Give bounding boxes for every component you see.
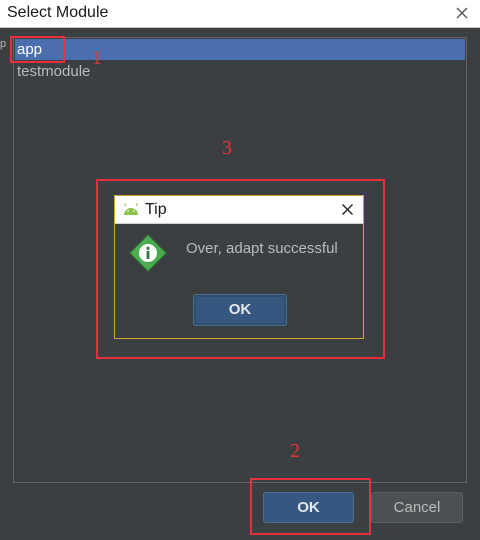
list-item-app[interactable]: app xyxy=(15,39,465,60)
ok-button[interactable]: OK xyxy=(263,492,354,523)
tip-message: Over, adapt successful xyxy=(186,240,338,257)
tip-ok-button[interactable]: OK xyxy=(193,294,287,326)
annotation-number-2: 2 xyxy=(290,440,300,462)
edge-glyph: p xyxy=(0,38,7,50)
annotation-number-1: 1 xyxy=(92,47,102,69)
window-title-bar: Select Module xyxy=(0,0,480,28)
close-icon[interactable] xyxy=(454,5,470,21)
tip-title: Tip xyxy=(145,201,167,218)
window-title: Select Module xyxy=(7,4,109,21)
annotation-number-3: 3 xyxy=(222,137,232,159)
tip-dialog: Tip Over, adapt successful OK xyxy=(114,195,364,339)
tip-title-bar: Tip xyxy=(115,196,363,224)
list-item-label: app xyxy=(17,41,43,58)
list-item-testmodule[interactable]: testmodule xyxy=(15,61,465,82)
info-icon xyxy=(129,234,167,272)
cancel-button[interactable]: Cancel xyxy=(371,492,463,523)
android-icon xyxy=(123,203,139,215)
list-item-label: testmodule xyxy=(17,63,91,80)
tip-close-icon[interactable] xyxy=(341,203,354,216)
